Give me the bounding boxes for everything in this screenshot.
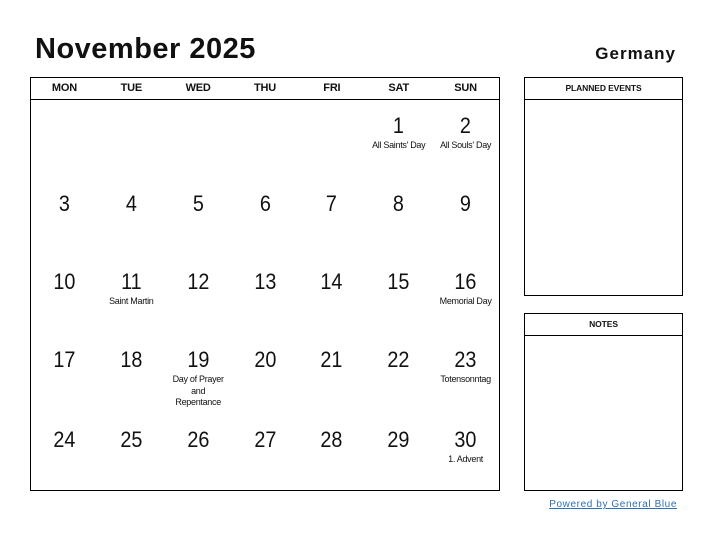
week-row: 3 4 5 6 7 8 9	[31, 178, 499, 256]
day-cell: 18	[98, 334, 165, 412]
weeks-container: 1 All Saints' Day 2 All Souls' Day 3 4 5 6 7 8 9 10…	[31, 100, 499, 490]
day-number: 13	[253, 269, 277, 294]
day-number: 7	[326, 191, 338, 216]
country-label: Germany	[595, 44, 676, 63]
day-cell: 25	[98, 412, 165, 490]
weekday-tue: TUE	[120, 82, 143, 94]
week-row: 10 11 Saint Martin 12 13 14 15 16 Memorial Day	[31, 256, 499, 334]
day-cell: 4	[98, 178, 165, 256]
day-number: 9	[460, 191, 472, 216]
day-number: 6	[259, 191, 271, 216]
day-number: 17	[53, 347, 76, 372]
planned-events-panel: PLANNED EVENTS	[524, 77, 683, 296]
notes-panel: NOTES	[524, 313, 683, 491]
holiday-label: 1. Advent	[448, 454, 483, 464]
day-number: 24	[53, 427, 76, 452]
day-cell: 22	[365, 334, 432, 412]
day-number: 12	[187, 269, 210, 294]
day-number: 11	[121, 269, 142, 294]
holiday-label: Day of Prayer and Repentance	[172, 374, 224, 407]
day-cell	[98, 100, 165, 178]
day-number: 18	[120, 347, 143, 372]
holiday-label: Saint Martin	[109, 296, 154, 306]
weekday-wed: WED	[185, 82, 211, 94]
day-cell: 8	[365, 178, 432, 256]
day-cell: 29	[365, 412, 432, 490]
day-number: 26	[187, 427, 210, 452]
day-cell: 5	[165, 178, 232, 256]
week-row: 1 All Saints' Day 2 All Souls' Day	[31, 100, 499, 178]
powered-by-link[interactable]: Powered by General Blue	[549, 499, 677, 510]
day-number: 14	[320, 269, 343, 294]
notes-heading: NOTES	[525, 314, 682, 336]
day-cell: 17	[31, 334, 98, 412]
day-cell: 6	[232, 178, 299, 256]
day-cell	[298, 100, 365, 178]
day-number: 29	[387, 427, 410, 452]
day-cell	[232, 100, 299, 178]
day-number: 5	[192, 191, 204, 216]
week-row: 24 25 26 27 28 29 30 1. Advent	[31, 412, 499, 490]
day-number: 28	[320, 427, 343, 452]
day-cell: 28	[298, 412, 365, 490]
day-number: 20	[253, 347, 277, 372]
day-cell: 10	[31, 256, 98, 334]
day-cell: 23 Totensonntag	[432, 334, 499, 412]
day-cell: 16 Memorial Day	[432, 256, 499, 334]
month-title: November 2025	[35, 33, 256, 65]
day-cell	[31, 100, 98, 178]
weekday-sat: SAT	[388, 82, 410, 94]
day-cell: 13	[232, 256, 299, 334]
day-cell: 21	[298, 334, 365, 412]
planned-events-heading: PLANNED EVENTS	[525, 78, 682, 100]
day-cell: 7	[298, 178, 365, 256]
day-number: 22	[387, 347, 410, 372]
weekday-header-row: MON TUE WED THU FRI SAT SUN	[31, 78, 499, 100]
day-cell: 1 All Saints' Day	[365, 100, 432, 178]
day-number: 2	[460, 113, 472, 138]
weekday-thu: THU	[254, 82, 277, 94]
calendar-grid: MON TUE WED THU FRI SAT SUN 1 All Saints'…	[30, 77, 500, 491]
day-number: 15	[387, 269, 410, 294]
day-cell: 3	[31, 178, 98, 256]
day-number: 30	[454, 427, 477, 452]
day-cell: 14	[298, 256, 365, 334]
day-number: 19	[187, 347, 210, 372]
day-number: 8	[393, 191, 405, 216]
day-number: 27	[253, 427, 277, 452]
day-cell: 2 All Souls' Day	[432, 100, 499, 178]
day-number: 16	[454, 269, 477, 294]
day-cell: 24	[31, 412, 98, 490]
day-cell: 27	[232, 412, 299, 490]
day-cell: 11 Saint Martin	[98, 256, 165, 334]
notes-area[interactable]	[525, 336, 682, 490]
day-cell: 15	[365, 256, 432, 334]
planned-events-area[interactable]	[525, 100, 682, 295]
day-number: 23	[454, 347, 477, 372]
holiday-label: All Souls' Day	[440, 140, 492, 150]
day-cell: 19 Day of Prayer and Repentance	[165, 334, 232, 412]
day-number: 1	[393, 113, 405, 138]
day-cell: 20	[232, 334, 299, 412]
day-cell	[165, 100, 232, 178]
day-cell: 9	[432, 178, 499, 256]
day-number: 3	[58, 191, 70, 216]
day-cell: 30 1. Advent	[432, 412, 499, 490]
week-row: 17 18 19 Day of Prayer and Repentance 20 21 22…	[31, 334, 499, 412]
holiday-label: Memorial Day	[439, 296, 492, 306]
day-number: 21	[320, 347, 343, 372]
day-cell: 26	[165, 412, 232, 490]
holiday-label: All Saints' Day	[372, 140, 426, 150]
weekday-fri: FRI	[323, 82, 341, 94]
weekday-mon: MON	[51, 82, 77, 94]
day-cell: 12	[165, 256, 232, 334]
day-number: 10	[53, 269, 76, 294]
holiday-label: Totensonntag	[440, 374, 491, 384]
day-number: 25	[120, 427, 143, 452]
day-number: 4	[125, 191, 137, 216]
weekday-sun: SUN	[454, 82, 477, 94]
